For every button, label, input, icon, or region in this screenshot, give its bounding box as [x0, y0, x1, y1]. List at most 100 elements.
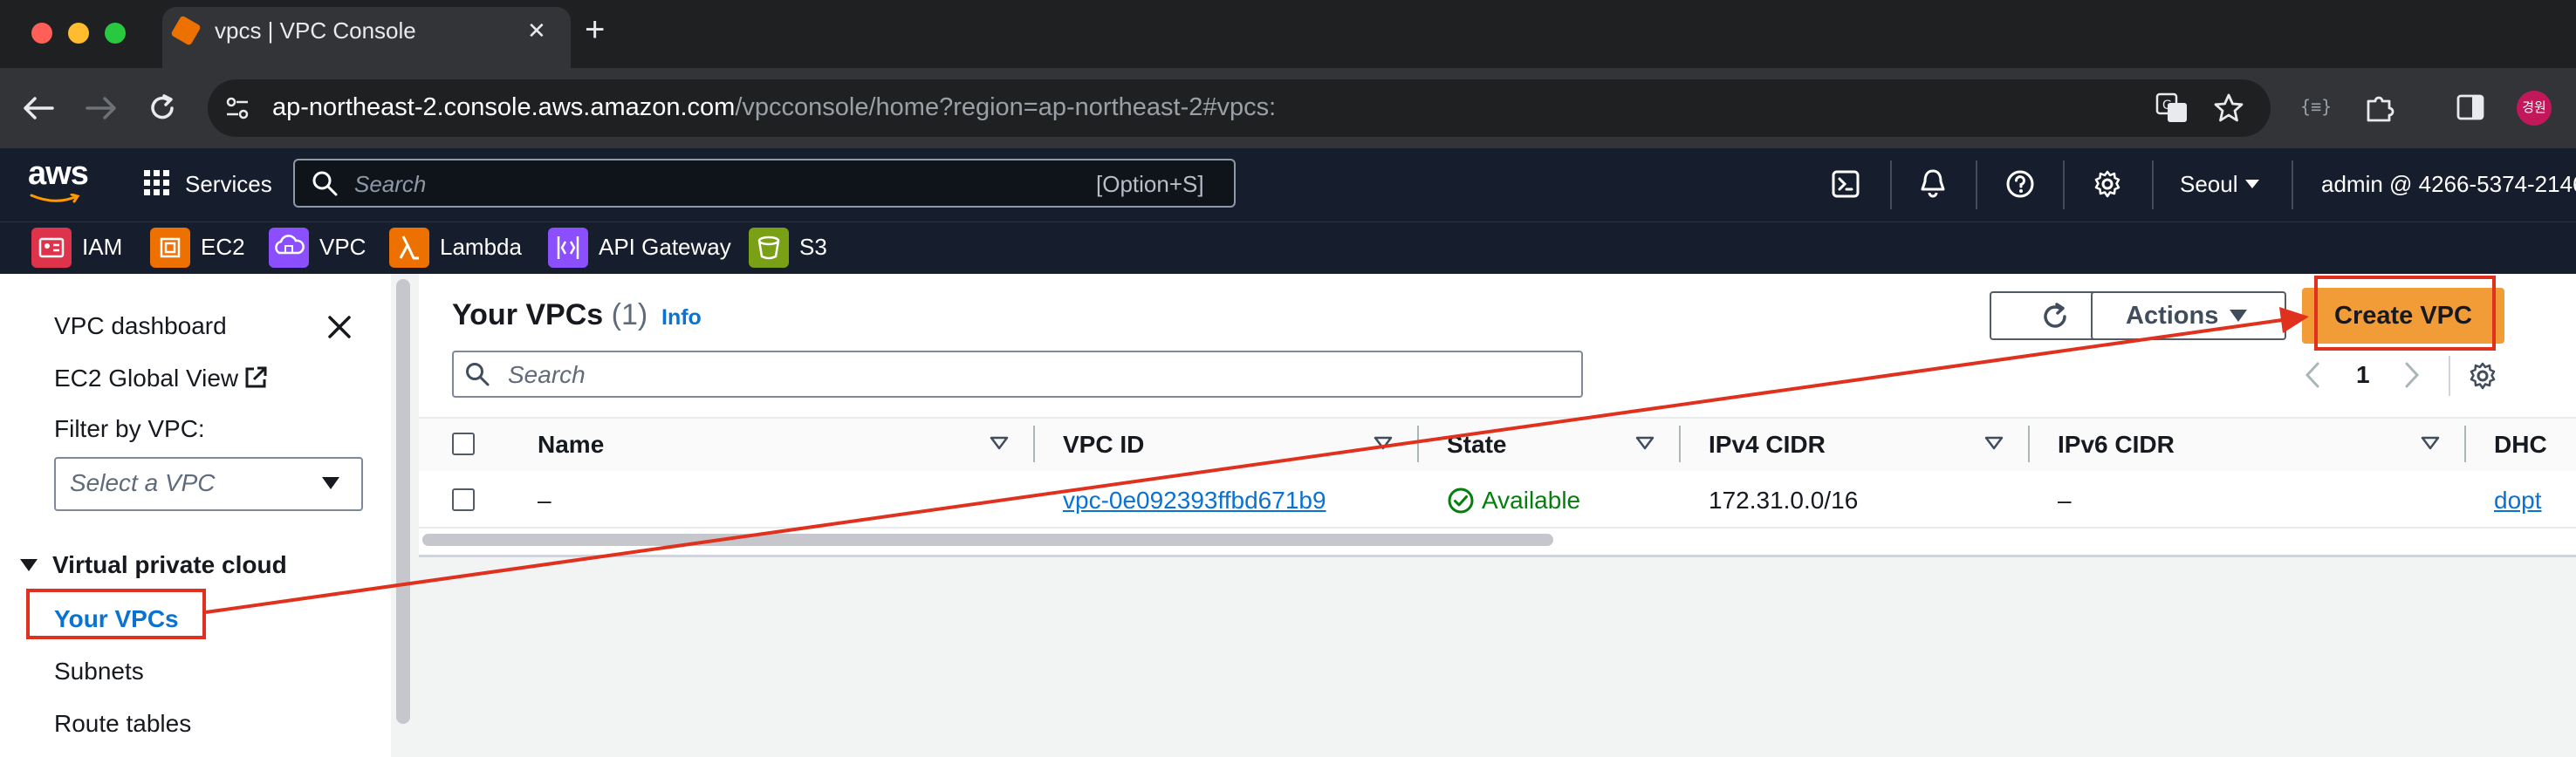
cell-ipv4-cidr: 172.31.0.0/16 [1709, 487, 1859, 514]
section-collapse-icon[interactable] [19, 558, 38, 572]
extensions-puzzle-icon[interactable] [2363, 91, 2398, 126]
aws-logo[interactable]: aws [28, 155, 89, 193]
settings-gear-icon[interactable] [2093, 169, 2122, 199]
search-icon [312, 171, 338, 196]
actions-label: Actions [2126, 302, 2219, 330]
aws-smile-icon [30, 194, 80, 203]
s3-icon [749, 228, 789, 268]
forward-icon[interactable] [84, 94, 119, 122]
account-menu[interactable]: admin @ 4266-5374-2146 [2321, 171, 2576, 198]
favorite-ec2[interactable]: EC2 [201, 234, 245, 261]
filter-select-placeholder: Select a VPC [70, 469, 216, 496]
info-link[interactable]: Info [661, 305, 702, 331]
cloudshell-icon[interactable] [1831, 169, 1860, 199]
header-divider [1890, 160, 1892, 209]
sidebar-scrollbar-thumb[interactable] [396, 279, 410, 724]
notifications-bell-icon[interactable] [1918, 167, 1948, 199]
sort-icon[interactable] [1984, 436, 2004, 450]
sidebar-item-route-tables[interactable]: Route tables [54, 710, 191, 738]
preferences-gear-icon[interactable] [2468, 361, 2497, 391]
next-page-icon[interactable] [2403, 361, 2421, 389]
vpc-icon [269, 228, 309, 268]
table-search-placeholder: Search [508, 361, 586, 388]
site-settings-icon[interactable] [223, 94, 251, 122]
new-tab-icon[interactable]: + [585, 10, 605, 50]
maximize-window-icon[interactable] [105, 23, 126, 44]
vpc-count: (1) [611, 298, 648, 331]
pagination-divider [2449, 356, 2450, 396]
lambda-icon [389, 228, 429, 268]
cell-state: Available [1482, 487, 1581, 514]
refresh-icon [2044, 303, 2066, 328]
table-search-input[interactable] [452, 351, 1583, 398]
column-header-ipv6-cidr[interactable]: IPv6 CIDR [2058, 431, 2175, 459]
chevron-down-icon [322, 477, 339, 489]
header-divider [2063, 160, 2065, 209]
sort-icon[interactable] [990, 436, 1009, 450]
close-tab-icon[interactable]: ✕ [527, 17, 546, 44]
annotation-highlight-box [2314, 276, 2496, 351]
profile-avatar[interactable]: 경원 [2517, 91, 2552, 126]
row-checkbox[interactable] [452, 488, 475, 511]
column-divider[interactable] [1033, 426, 1035, 462]
filter-by-vpc-label: Filter by VPC: [54, 415, 205, 442]
column-divider[interactable] [2028, 426, 2030, 462]
select-all-checkbox[interactable] [452, 433, 475, 455]
reload-icon[interactable] [147, 92, 178, 124]
aws-search-placeholder: Search [354, 171, 427, 197]
tab-title: vpcs | VPC Console [215, 17, 416, 44]
ec2-icon [150, 228, 190, 268]
close-sidebar-icon[interactable] [326, 314, 353, 340]
sidebar-item-subnets[interactable]: Subnets [54, 658, 144, 685]
favorite-s3[interactable]: S3 [799, 234, 827, 261]
side-panel-icon[interactable] [2456, 92, 2485, 122]
search-shortcut-hint: [Option+S] [1096, 171, 1204, 197]
column-header-vpc-id[interactable]: VPC ID [1063, 431, 1144, 459]
sidebar-section-virtual-private-cloud[interactable]: Virtual private cloud [52, 551, 287, 579]
sidebar-item-ec2-global-view[interactable]: EC2 Global View [54, 365, 238, 392]
help-icon[interactable] [2005, 169, 2035, 199]
favorite-iam[interactable]: IAM [82, 234, 122, 261]
header-divider [2152, 160, 2154, 209]
status-available-icon [1448, 488, 1474, 514]
sort-icon[interactable] [1374, 436, 1393, 450]
cell-ipv6-cidr: – [2058, 487, 2072, 514]
page-title: Your VPCs (1) [452, 298, 648, 331]
favorite-lambda[interactable]: Lambda [440, 234, 522, 261]
minimize-window-icon[interactable] [68, 23, 89, 44]
table-horizontal-scrollbar[interactable] [422, 534, 1553, 546]
caret-down-icon [2230, 310, 2247, 322]
svg-text:G: G [2162, 99, 2172, 113]
column-divider[interactable] [1417, 426, 1419, 462]
extension-icon[interactable]: {≡} [2300, 96, 2332, 117]
column-divider[interactable] [1679, 426, 1681, 462]
previous-page-icon[interactable] [2304, 361, 2321, 389]
services-grid-icon[interactable] [143, 169, 171, 197]
cell-dhcp-options-link[interactable]: dopt [2494, 487, 2542, 515]
column-header-ipv4-cidr[interactable]: IPv4 CIDR [1709, 431, 1826, 459]
services-menu[interactable]: Services [185, 171, 272, 198]
column-divider[interactable] [2464, 426, 2466, 462]
cell-vpc-id-link[interactable]: vpc-0e092393ffbd671b9 [1063, 487, 1326, 515]
header-divider [2292, 160, 2293, 209]
region-selector[interactable]: Seoul [2180, 171, 2238, 198]
favorite-api-gateway[interactable]: API Gateway [599, 234, 731, 261]
close-window-icon[interactable] [31, 23, 52, 44]
url-text: ap-northeast-2.console.aws.amazon.com/vp… [272, 93, 1277, 121]
page-number[interactable]: 1 [2356, 361, 2370, 389]
header-divider [1976, 160, 1977, 209]
cell-name: – [538, 487, 552, 514]
region-caret-icon [2245, 180, 2259, 188]
translate-icon[interactable]: G [2155, 92, 2189, 124]
sort-icon[interactable] [2421, 436, 2440, 450]
column-header-dhcp[interactable]: DHC [2494, 431, 2547, 459]
favorite-vpc[interactable]: VPC [319, 234, 366, 261]
aws-search-input[interactable] [293, 159, 1236, 208]
bookmark-star-icon[interactable] [2213, 92, 2244, 124]
search-icon [466, 363, 490, 386]
sidebar-item-vpc-dashboard[interactable]: VPC dashboard [54, 312, 227, 340]
column-header-name[interactable]: Name [538, 431, 604, 459]
column-header-state[interactable]: State [1447, 431, 1506, 459]
sort-icon[interactable] [1635, 436, 1655, 450]
back-icon[interactable] [21, 94, 56, 122]
